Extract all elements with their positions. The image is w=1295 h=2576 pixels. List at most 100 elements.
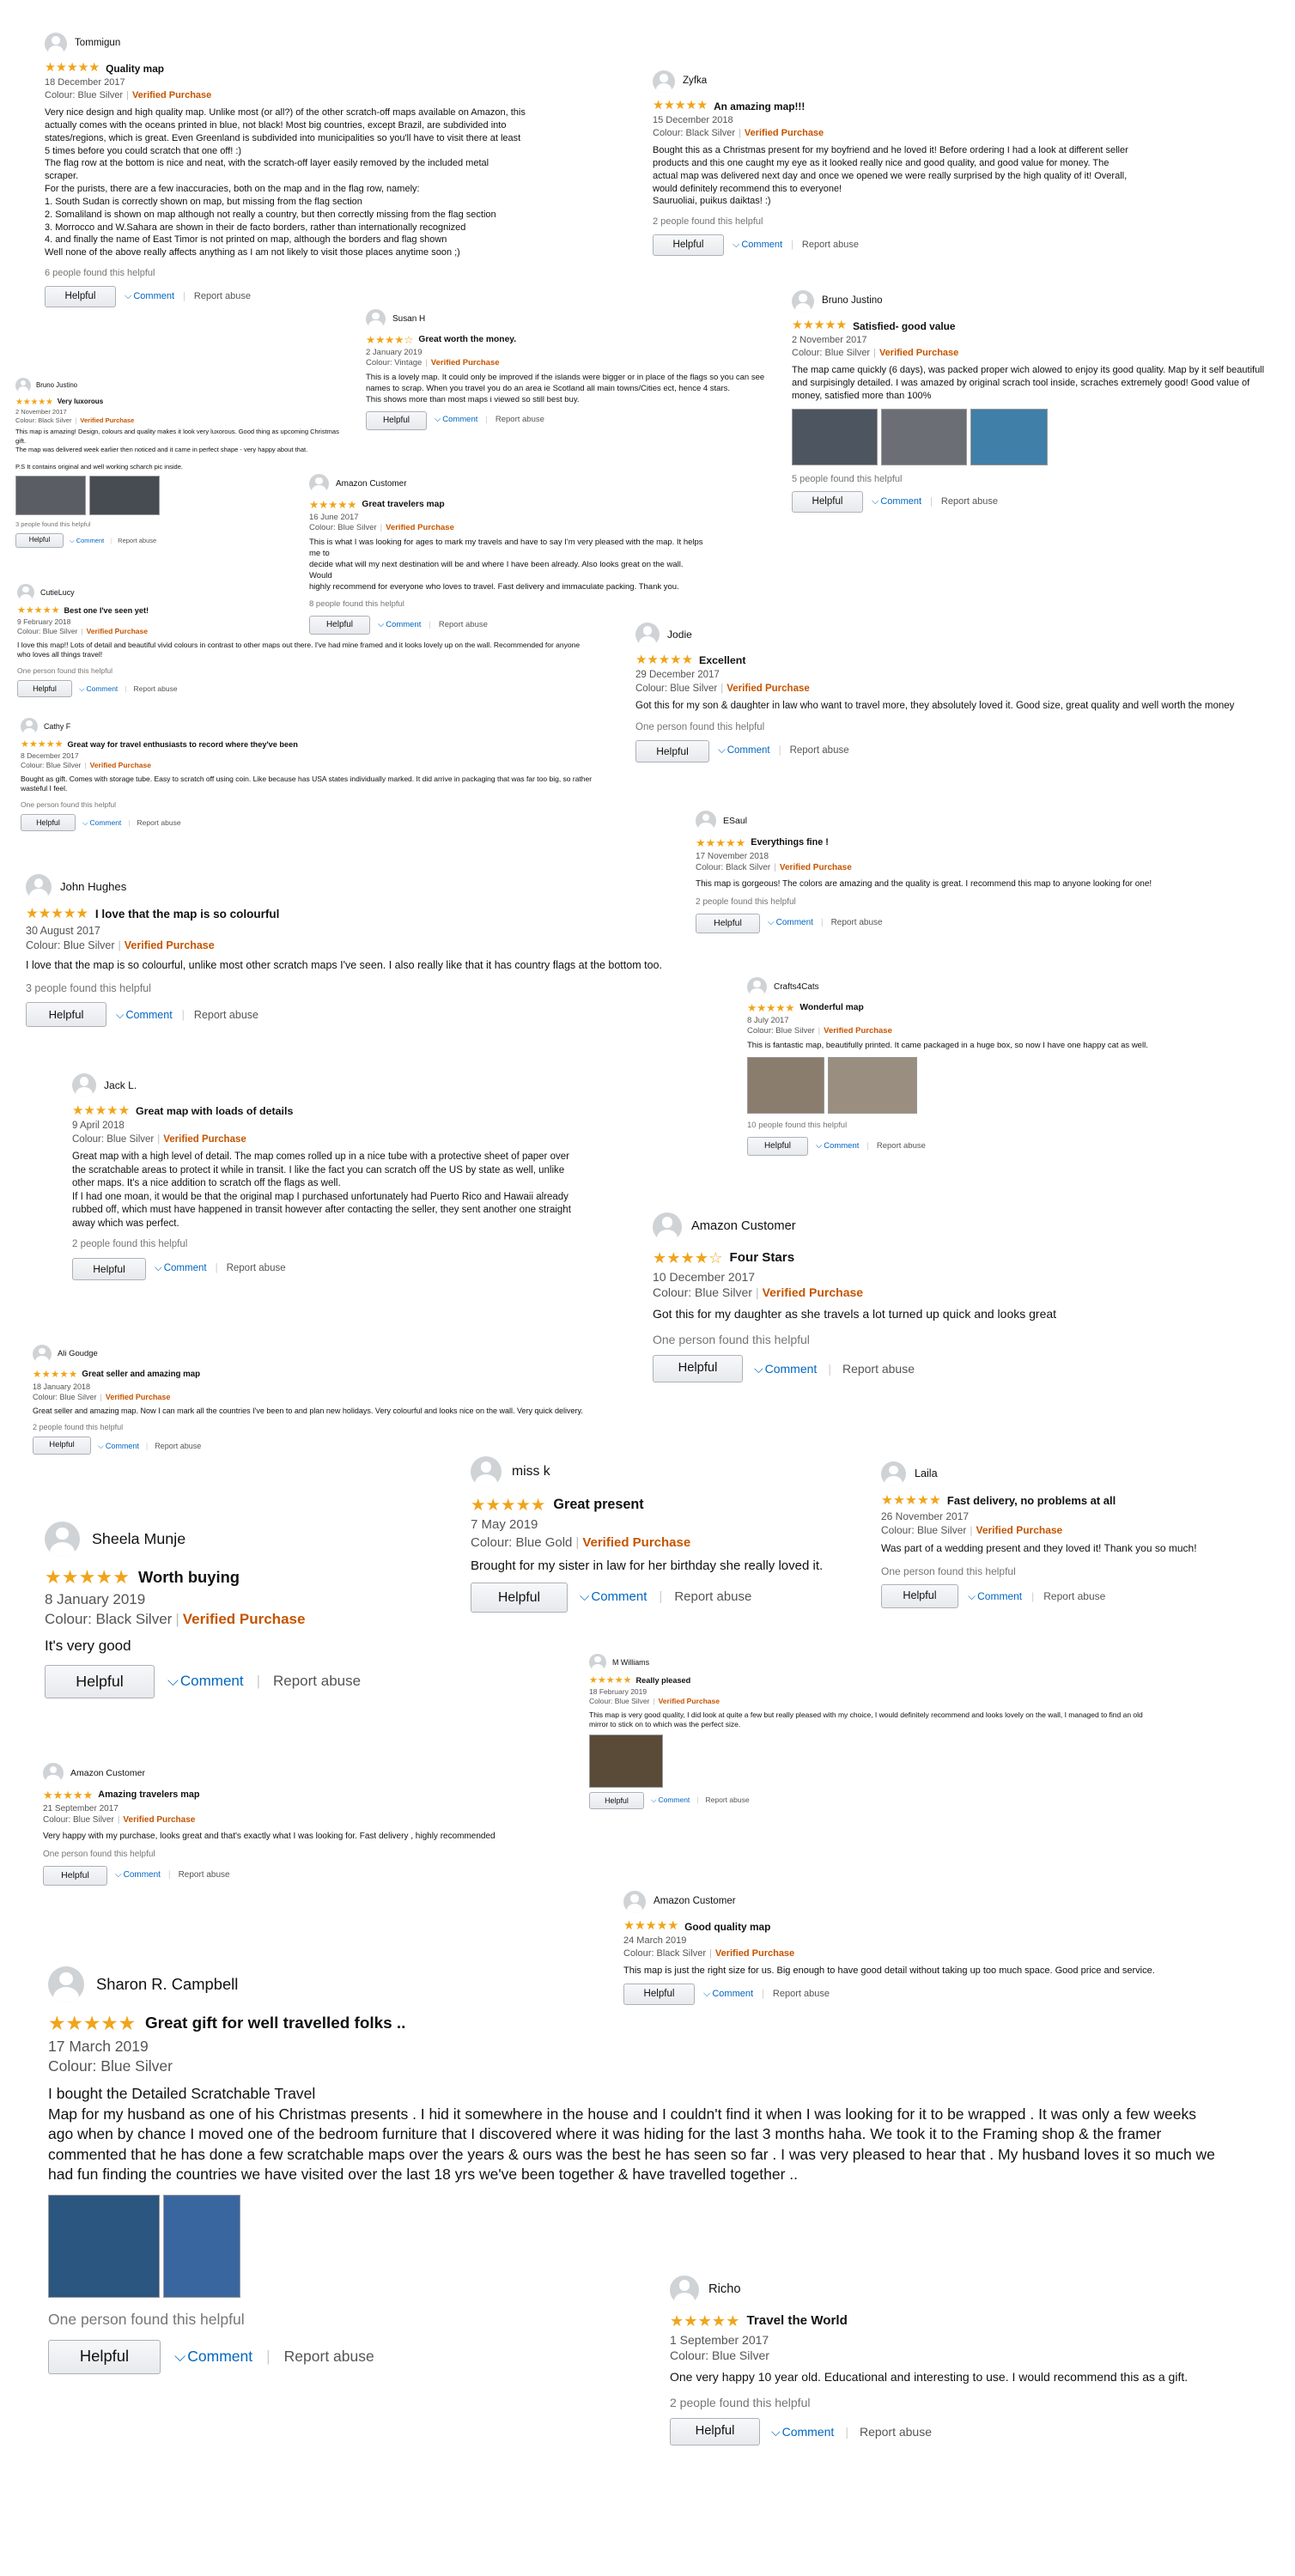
review-title[interactable]: Best one I've seen yet! [64,605,149,616]
review-image-thumbnail[interactable] [15,476,86,516]
helpful-button[interactable]: Helpful [45,285,116,307]
report-abuse-link[interactable]: Report abuse [860,2424,932,2440]
colour-variant[interactable]: Colour: Blue Silver [309,523,377,532]
comment-link[interactable]: ⌵ Comment [70,537,104,545]
review-title[interactable]: Quality map [106,62,164,76]
helpful-button[interactable]: Helpful [43,1865,107,1886]
colour-variant[interactable]: Colour: Black Silver [623,1948,706,1959]
helpful-button[interactable]: Helpful [881,1583,958,1608]
review-title[interactable]: Wonderful map [799,1002,863,1014]
review-title[interactable]: Worth buying [138,1567,240,1589]
review-image-thumbnail[interactable] [747,1057,824,1115]
colour-variant[interactable]: Colour: Blue Silver [26,939,115,951]
comment-link[interactable]: ⌵ Comment [651,1795,690,1805]
reviewer-name[interactable]: Bruno Justino [36,381,77,391]
comment-link[interactable]: ⌵ Comment [768,917,813,929]
review-title[interactable]: Very luxorous [58,398,104,407]
colour-variant[interactable]: Colour: Black Silver [45,1611,172,1627]
comment-link[interactable]: ⌵ Comment [718,744,770,758]
reviewer-name[interactable]: Tommigun [75,37,120,51]
review-title[interactable]: Great way for travel enthusiasts to reco… [68,739,298,750]
report-abuse-link[interactable]: Report abuse [496,415,544,426]
comment-link[interactable]: ⌵ Comment [754,1361,817,1377]
review-title[interactable]: I love that the map is so colourful [95,907,280,922]
comment-link[interactable]: ⌵ Comment [174,2347,252,2367]
report-abuse-link[interactable]: Report abuse [842,1361,915,1377]
helpful-button[interactable]: Helpful [471,1583,568,1613]
review-image-thumbnail[interactable] [792,408,878,465]
review-image-thumbnail[interactable] [881,408,967,465]
colour-variant[interactable]: Colour: Vintage [366,358,422,368]
colour-variant[interactable]: Colour: Black Silver [653,128,735,138]
helpful-button[interactable]: Helpful [48,2339,161,2374]
colour-variant[interactable]: Colour: Blue Silver [747,1026,815,1036]
reviewer-name[interactable]: CutieLucy [40,587,75,598]
report-abuse-link[interactable]: Report abuse [179,1869,230,1881]
review-image-thumbnail[interactable] [89,476,160,516]
colour-variant[interactable]: Colour: Blue Silver [45,90,123,100]
reviewer-name[interactable]: M Williams [612,1657,649,1668]
review-title[interactable]: Fast delivery, no problems at all [947,1493,1116,1508]
colour-variant[interactable]: Colour: Black Silver [15,416,71,424]
helpful-button[interactable]: Helpful [792,491,863,513]
review-title[interactable]: Really pleased [636,1675,691,1686]
comment-link[interactable]: ⌵ Comment [116,1008,173,1023]
colour-variant[interactable]: Colour: Blue Gold [471,1535,572,1550]
report-abuse-link[interactable]: Report abuse [155,1441,201,1451]
reviewer-name[interactable]: Crafts4Cats [774,981,819,993]
helpful-button[interactable]: Helpful [15,533,64,549]
helpful-button[interactable]: Helpful [45,1664,155,1698]
helpful-button[interactable]: Helpful [17,680,72,698]
report-abuse-link[interactable]: Report abuse [1043,1589,1105,1603]
review-title[interactable]: Everythings fine ! [751,836,829,849]
report-abuse-link[interactable]: Report abuse [706,1795,750,1805]
helpful-button[interactable]: Helpful [653,234,724,257]
comment-link[interactable]: ⌵ Comment [771,2424,834,2440]
report-abuse-link[interactable]: Report abuse [194,1008,258,1023]
reviewer-name[interactable]: Susan H [392,313,425,325]
reviewer-name[interactable]: Bruno Justino [822,295,883,308]
report-abuse-link[interactable]: Report abuse [227,1262,286,1276]
colour-variant[interactable]: Colour: Blue Silver [33,1393,97,1401]
helpful-button[interactable]: Helpful [366,410,427,430]
colour-variant[interactable]: Colour: Blue Silver [17,627,77,635]
report-abuse-link[interactable]: Report abuse [877,1141,926,1152]
helpful-button[interactable]: Helpful [696,913,760,933]
review-title[interactable]: Great gift for well travelled folks .. [145,2013,405,2035]
comment-link[interactable]: ⌵ Comment [82,818,121,828]
comment-link[interactable]: ⌵ Comment [435,415,477,426]
review-title[interactable]: Four Stars [730,1249,795,1267]
review-title[interactable]: Satisfied- good value [853,319,955,333]
helpful-button[interactable]: Helpful [635,740,709,763]
reviewer-name[interactable]: Sharon R. Campbell [96,1974,238,1996]
reviewer-name[interactable]: Richo [708,2281,741,2299]
helpful-button[interactable]: Helpful [33,1437,91,1455]
helpful-button[interactable]: Helpful [747,1136,808,1156]
helpful-button[interactable]: Helpful [670,2418,760,2446]
colour-variant[interactable]: Colour: Blue Silver [635,683,717,694]
comment-link[interactable]: ⌵ Comment [872,495,921,508]
review-image-thumbnail[interactable] [48,2195,160,2299]
comment-link[interactable]: ⌵ Comment [125,290,174,303]
helpful-button[interactable]: Helpful [21,814,76,832]
reviewer-name[interactable]: John Hughes [60,879,126,895]
colour-variant[interactable]: Colour: Blue Silver [653,1285,752,1299]
review-title[interactable]: Amazing travelers map [98,1789,199,1801]
colour-variant[interactable]: Colour: Blue Silver [43,1815,114,1825]
colour-variant[interactable]: Colour: Blue Silver [589,1697,649,1705]
comment-link[interactable]: ⌵ Comment [968,1589,1022,1603]
comment-link[interactable]: ⌵ Comment [580,1589,647,1606]
review-title[interactable]: Good quality map [684,1920,770,1934]
colour-variant[interactable]: Colour: Blue Silver [48,2057,173,2075]
reviewer-name[interactable]: Zyfka [683,75,707,88]
review-title[interactable]: An amazing map!!! [714,100,805,113]
colour-variant[interactable]: Colour: Blue Silver [792,348,870,358]
helpful-button[interactable]: Helpful [72,1257,146,1280]
review-title[interactable]: Excellent [699,653,745,668]
reviewer-name[interactable]: Amazon Customer [70,1767,145,1779]
review-title[interactable]: Great travelers map [362,499,444,511]
comment-link[interactable]: ⌵ Comment [115,1869,161,1881]
reviewer-name[interactable]: Jodie [667,628,692,641]
review-title[interactable]: Great map with loads of details [136,1104,293,1119]
reviewer-name[interactable]: Cathy F [44,721,70,732]
